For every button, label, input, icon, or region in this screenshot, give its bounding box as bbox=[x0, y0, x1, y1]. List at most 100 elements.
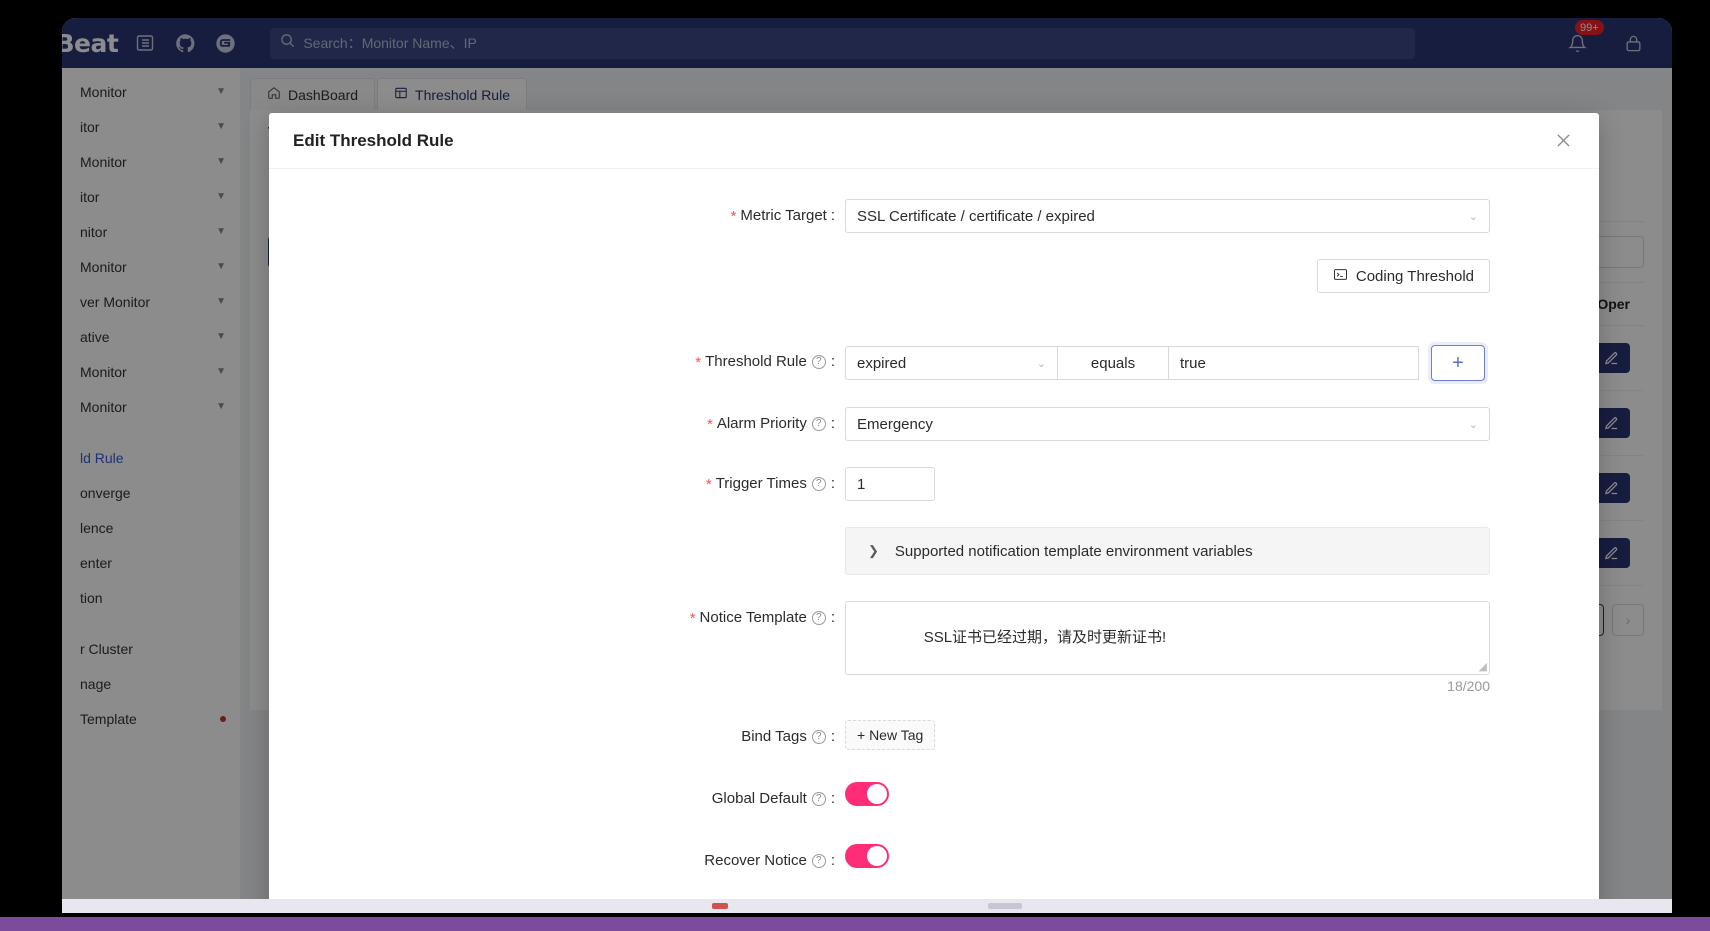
field-label: Bind Tags ? : bbox=[269, 720, 845, 754]
rule-operator-select[interactable]: equals bbox=[1058, 346, 1169, 380]
rule-operator-value: equals bbox=[1090, 354, 1136, 372]
coding-threshold-row: Coding Threshold bbox=[845, 259, 1490, 293]
toggle-knob bbox=[867, 846, 887, 866]
field-label-text: Threshold Rule bbox=[705, 353, 807, 370]
field-bind-tags: Bind Tags ? : + New Tag bbox=[269, 720, 1599, 754]
question-circle-icon[interactable]: ? bbox=[811, 417, 826, 431]
toggle-knob bbox=[867, 784, 887, 804]
field-alarm-priority: * Alarm Priority ? : Emergency ⌄ bbox=[269, 407, 1599, 441]
field-control: ❯ Supported notification template enviro… bbox=[845, 527, 1599, 575]
field-label-colon: : bbox=[830, 609, 835, 626]
field-label-colon: : bbox=[830, 728, 835, 745]
dialog-header: Edit Threshold Rule bbox=[269, 113, 1599, 169]
threshold-rule-group: expired ⌄ equals true + bbox=[845, 345, 1599, 381]
screenshot-root: tzBeat bbox=[0, 0, 1710, 931]
field-control: SSL Certificate / certificate / expired … bbox=[845, 199, 1599, 233]
question-circle-icon[interactable]: ? bbox=[811, 792, 826, 806]
field-label: * Metric Target : bbox=[269, 199, 845, 233]
field-notice-template: * Notice Template ? : SSL证书已经过期，请及时更新证书!… bbox=[269, 601, 1599, 694]
notice-template-value: SSL证书已经过期，请及时更新证书! bbox=[923, 629, 1167, 646]
resize-grip-icon[interactable]: ◢ bbox=[1479, 660, 1487, 673]
notice-template-textarea[interactable]: SSL证书已经过期，请及时更新证书! ◢ bbox=[845, 601, 1490, 675]
question-circle-icon[interactable]: ? bbox=[811, 611, 826, 625]
required-marker: * bbox=[730, 207, 737, 225]
coding-threshold-button[interactable]: Coding Threshold bbox=[1316, 259, 1490, 293]
trigger-times-input[interactable]: 1 bbox=[845, 467, 935, 501]
question-circle-icon[interactable]: ? bbox=[811, 730, 826, 744]
question-circle-icon[interactable]: ? bbox=[811, 854, 826, 868]
dialog-title: Edit Threshold Rule bbox=[293, 130, 454, 150]
row-coding-threshold: Coding Threshold bbox=[269, 259, 1599, 319]
close-icon[interactable] bbox=[1551, 129, 1575, 153]
field-metric-target: * Metric Target : SSL Certificate / cert… bbox=[269, 199, 1599, 233]
new-tag-button[interactable]: + New Tag bbox=[845, 720, 936, 750]
notice-template-wrap: SSL证书已经过期，请及时更新证书! ◢ 18/200 bbox=[845, 601, 1490, 694]
rule-value-input[interactable]: true bbox=[1169, 346, 1419, 380]
terminal-icon bbox=[1333, 267, 1348, 286]
field-label-colon: : bbox=[830, 475, 835, 492]
taskbar-indicator bbox=[712, 903, 728, 909]
field-label-colon: : bbox=[830, 207, 835, 224]
required-marker: * bbox=[706, 415, 713, 433]
field-label-colon: : bbox=[830, 852, 835, 869]
field-control: Coding Threshold bbox=[845, 259, 1599, 319]
edit-threshold-rule-dialog: Edit Threshold Rule * Metric Target : SS… bbox=[269, 113, 1599, 913]
field-control bbox=[845, 782, 1599, 811]
required-marker: * bbox=[689, 609, 696, 627]
chevron-down-icon: ⌄ bbox=[1468, 418, 1478, 431]
field-control: SSL证书已经过期，请及时更新证书! ◢ 18/200 bbox=[845, 601, 1599, 694]
recover-notice-toggle[interactable] bbox=[845, 844, 889, 868]
chevron-down-icon: ⌄ bbox=[1036, 357, 1046, 370]
character-counter: 18/200 bbox=[1447, 678, 1490, 694]
application-window: tzBeat bbox=[62, 18, 1672, 913]
field-label: Global Default ? : bbox=[269, 782, 845, 816]
field-label-text: Recover Notice bbox=[704, 852, 807, 869]
field-control: expired ⌄ equals true + bbox=[845, 345, 1599, 381]
chevron-right-icon: ❯ bbox=[868, 543, 879, 558]
taskbar bbox=[62, 899, 1672, 913]
global-default-toggle[interactable] bbox=[845, 782, 889, 806]
field-label: * Notice Template ? : bbox=[269, 601, 845, 635]
rule-field-select[interactable]: expired ⌄ bbox=[845, 346, 1058, 380]
env-variables-collapse[interactable]: ❯ Supported notification template enviro… bbox=[845, 527, 1490, 575]
required-marker: * bbox=[695, 353, 702, 371]
field-label-text: Notice Template bbox=[699, 609, 807, 626]
alarm-priority-value: Emergency bbox=[857, 415, 933, 433]
field-label: * Alarm Priority ? : bbox=[269, 407, 845, 441]
field-label-colon: : bbox=[830, 790, 835, 807]
field-label: * Threshold Rule ? : bbox=[269, 345, 845, 379]
field-label-text: Bind Tags bbox=[741, 728, 807, 745]
field-label-text: Metric Target bbox=[740, 207, 827, 224]
field-label: * Trigger Times ? : bbox=[269, 467, 845, 501]
field-control: + New Tag bbox=[845, 720, 1599, 750]
required-marker: * bbox=[705, 475, 712, 493]
taskbar-indicator bbox=[988, 903, 1022, 909]
coding-threshold-label: Coding Threshold bbox=[1355, 267, 1474, 285]
rule-field-value: expired bbox=[857, 354, 907, 372]
field-control bbox=[845, 844, 1599, 873]
rule-value-text: true bbox=[1180, 354, 1206, 372]
chevron-down-icon: ⌄ bbox=[1468, 210, 1478, 223]
question-circle-icon[interactable]: ? bbox=[811, 477, 826, 491]
field-control: Emergency ⌄ bbox=[845, 407, 1599, 441]
field-control: 1 bbox=[845, 467, 1599, 501]
field-label-colon: : bbox=[830, 353, 835, 370]
field-global-default: Global Default ? : bbox=[269, 782, 1599, 816]
trigger-times-value: 1 bbox=[857, 475, 866, 493]
alarm-priority-select[interactable]: Emergency ⌄ bbox=[845, 407, 1490, 441]
field-label: Recover Notice ? : bbox=[269, 844, 845, 878]
field-label-text: Trigger Times bbox=[715, 475, 807, 492]
row-env-variables: ❯ Supported notification template enviro… bbox=[269, 527, 1599, 575]
field-recover-notice: Recover Notice ? : bbox=[269, 844, 1599, 878]
field-label-colon: : bbox=[830, 415, 835, 432]
bottom-accent-strip bbox=[0, 917, 1710, 931]
field-label-text: Global Default bbox=[711, 790, 807, 807]
add-rule-button[interactable]: + bbox=[1431, 345, 1485, 381]
field-trigger-times: * Trigger Times ? : 1 bbox=[269, 467, 1599, 501]
env-variables-label: Supported notification template environm… bbox=[894, 542, 1253, 560]
field-threshold-rule: * Threshold Rule ? : expired ⌄ equals tr… bbox=[269, 345, 1599, 381]
metric-target-value: SSL Certificate / certificate / expired bbox=[857, 207, 1095, 225]
question-circle-icon[interactable]: ? bbox=[811, 355, 826, 369]
metric-target-select[interactable]: SSL Certificate / certificate / expired … bbox=[845, 199, 1490, 233]
field-label-text: Alarm Priority bbox=[716, 415, 807, 432]
